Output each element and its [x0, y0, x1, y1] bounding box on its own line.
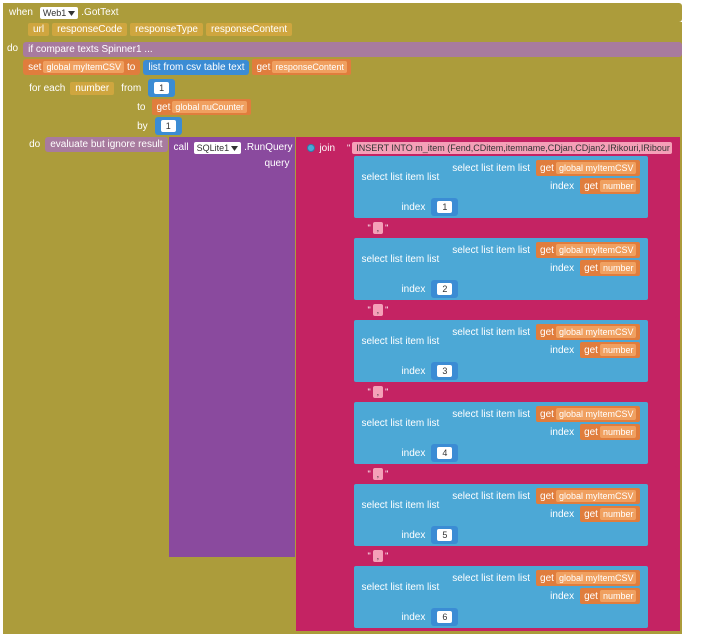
join-label: join: [319, 143, 335, 154]
select-list-outer[interactable]: select list item list select list item li…: [354, 156, 677, 218]
get-number[interactable]: get number: [580, 342, 640, 358]
get-global-csv[interactable]: get global myItemCSV: [536, 570, 640, 586]
select-list-label: select list item list: [358, 334, 442, 349]
index-label: index: [398, 446, 428, 461]
to-label: to: [131, 100, 151, 115]
do-label: do: [3, 41, 22, 56]
index-value[interactable]: 6: [436, 610, 453, 624]
for-each-block[interactable]: for each number from 1 to get global nuC…: [23, 77, 682, 633]
select-list-label: select list item list: [449, 571, 533, 586]
call-label: call: [172, 140, 191, 155]
get-label: get: [256, 62, 270, 73]
index-label: index: [398, 282, 428, 297]
get-global-csv[interactable]: get global myItemCSV: [536, 324, 640, 340]
get-number[interactable]: get number: [580, 178, 640, 194]
event-name: .GotText: [81, 7, 118, 18]
get-global-csv[interactable]: get global myItemCSV: [536, 406, 640, 422]
comma-text[interactable]: " , ": [362, 548, 677, 564]
select-list-label: select list item list: [449, 325, 533, 340]
index-label: index: [398, 200, 428, 215]
select-list-outer[interactable]: select list item list select list item li…: [354, 320, 677, 382]
component-dropdown[interactable]: Web1: [40, 7, 78, 19]
method-name: .RunQuery: [244, 142, 292, 153]
set-block[interactable]: set global myItemCSV to list from csv ta…: [23, 59, 682, 75]
if-compare-block[interactable]: if compare texts Spinner1 ...: [23, 42, 682, 57]
index-label: index: [547, 589, 577, 604]
to-label: to: [127, 62, 135, 73]
comma-text[interactable]: " , ": [362, 302, 677, 318]
comma-text[interactable]: " , ": [362, 220, 677, 236]
index-value[interactable]: 3: [436, 364, 453, 378]
get-number[interactable]: get number: [580, 588, 640, 604]
eval-label: evaluate but ignore result: [50, 139, 162, 150]
do-label: do: [25, 137, 44, 152]
get-var[interactable]: responseContent: [272, 61, 347, 73]
get-number[interactable]: get number: [580, 506, 640, 522]
get-global-csv[interactable]: get global myItemCSV: [536, 488, 640, 504]
sql-text[interactable]: INSERT INTO m_item (Fend,CDitem,itemname…: [352, 142, 672, 154]
param-responsecontent: responseContent: [206, 23, 292, 36]
get-global-csv[interactable]: get global myItemCSV: [536, 242, 640, 258]
index-value[interactable]: 2: [436, 282, 453, 296]
index-label: index: [547, 179, 577, 194]
index-value[interactable]: 4: [436, 446, 453, 460]
param-responsecode: responseCode: [52, 23, 127, 36]
select-list-outer[interactable]: select list item list select list item li…: [354, 402, 677, 464]
index-label: index: [398, 610, 428, 625]
select-list-label: select list item list: [449, 243, 533, 258]
gear-icon[interactable]: [307, 144, 315, 152]
event-params: url responseCode responseType responseCo…: [3, 22, 682, 41]
index-label: index: [547, 261, 577, 276]
index-label: index: [398, 528, 428, 543]
from-value[interactable]: 1: [153, 81, 170, 95]
select-list-outer[interactable]: select list item list select list item li…: [354, 484, 677, 546]
get-number[interactable]: get number: [580, 260, 640, 276]
select-list-label: select list item list: [449, 489, 533, 504]
select-list-label: select list item list: [358, 252, 442, 267]
list-from-csv: list from csv table text: [148, 62, 244, 73]
by-value[interactable]: 1: [160, 119, 177, 133]
select-list-label: select list item list: [358, 416, 442, 431]
to-var[interactable]: global nuCounter: [172, 101, 247, 113]
sqlite-dropdown[interactable]: SQLite1: [194, 142, 242, 154]
comma-text[interactable]: " , ": [362, 466, 677, 482]
set-label: set: [28, 62, 41, 73]
select-list-label: select list item list: [358, 580, 442, 595]
select-list-label: select list item list: [449, 407, 533, 422]
select-list-outer[interactable]: select list item list select list item li…: [354, 566, 677, 628]
when-label: when: [5, 5, 37, 20]
param-url: url: [28, 23, 49, 36]
index-label: index: [547, 343, 577, 358]
index-label: index: [547, 425, 577, 440]
from-label: from: [115, 81, 147, 96]
get-label: get: [156, 102, 170, 113]
comma-text[interactable]: " , ": [362, 384, 677, 400]
when-gottext-event[interactable]: when Web1 .GotText url responseCode resp…: [3, 3, 682, 634]
loop-var[interactable]: number: [70, 82, 114, 95]
get-number[interactable]: get number: [580, 424, 640, 440]
query-label: query: [261, 155, 292, 172]
if-label: if compare texts Spinner1 ...: [28, 44, 153, 55]
by-label: by: [131, 119, 154, 134]
index-label: index: [547, 507, 577, 522]
select-list-label: select list item list: [358, 170, 442, 185]
for-each-label: for each: [25, 81, 69, 96]
join-block[interactable]: join " INSERT INTO m_item (Fend,CDitem,i…: [296, 137, 680, 631]
select-list-label: select list item list: [449, 161, 533, 176]
param-responsetype: responseType: [130, 23, 203, 36]
get-global-csv[interactable]: get global myItemCSV: [536, 160, 640, 176]
select-list-label: select list item list: [358, 498, 442, 513]
select-list-outer[interactable]: select list item list select list item li…: [354, 238, 677, 300]
index-value[interactable]: 5: [436, 528, 453, 542]
index-label: index: [398, 364, 428, 379]
index-value[interactable]: 1: [436, 200, 453, 214]
call-runquery[interactable]: call SQLite1 .RunQuery query: [169, 137, 296, 557]
set-var[interactable]: global myItemCSV: [43, 61, 124, 73]
